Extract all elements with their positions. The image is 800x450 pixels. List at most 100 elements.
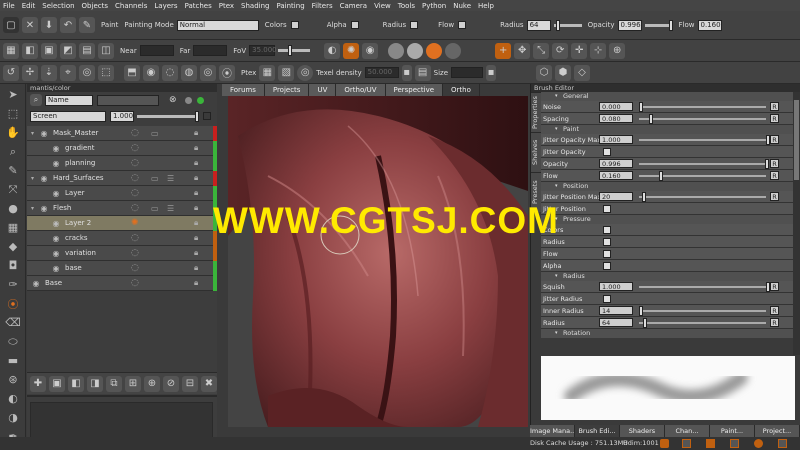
- layer-opacity-field[interactable]: 1.000: [110, 110, 134, 122]
- add-light-icon[interactable]: +: [495, 42, 512, 59]
- eye-icon[interactable]: ◉: [51, 249, 61, 258]
- eye-icon[interactable]: ◉: [51, 159, 61, 168]
- lock-icon[interactable]: 🔒︎: [194, 263, 198, 273]
- layer-row[interactable]: ◉ planning ◌ 🔒︎: [27, 156, 217, 171]
- folder-mask-icon[interactable]: ◌: [131, 128, 139, 138]
- dock-tab-project[interactable]: Project...: [755, 425, 800, 437]
- eye-icon[interactable]: ◉: [39, 174, 49, 183]
- menu-item-help[interactable]: Help: [478, 2, 494, 10]
- collapse-icon[interactable]: ▾: [555, 125, 558, 134]
- layer-row[interactable]: ◉ Layer 2 ✺ 🔒︎: [27, 216, 217, 231]
- lock-icon[interactable]: 🔒︎: [194, 278, 198, 288]
- property-slider[interactable]: [639, 317, 766, 328]
- menu-item-edit[interactable]: Edit: [22, 2, 36, 10]
- info-icon[interactable]: [778, 439, 787, 448]
- fill-icon[interactable]: ◆: [4, 238, 22, 255]
- dolly-icon[interactable]: ⇣: [41, 64, 57, 81]
- eye-icon[interactable]: ◉: [39, 129, 49, 138]
- menu-item-objects[interactable]: Objects: [82, 2, 108, 10]
- rotate-view-icon[interactable]: ↺: [3, 64, 19, 81]
- snap-icon[interactable]: ⊹: [590, 42, 607, 59]
- lock-icon[interactable]: 🔒︎: [194, 203, 198, 213]
- size-apply-icon[interactable]: ▪: [486, 64, 497, 81]
- alpha-checkbox[interactable]: [350, 21, 359, 29]
- visibility-icon[interactable]: ◉: [143, 64, 159, 81]
- property-slider[interactable]: [639, 191, 766, 202]
- layer-row[interactable]: ◉ gradient ◌ 🔒︎: [27, 141, 217, 156]
- add-group-icon[interactable]: ▣: [49, 375, 65, 392]
- opacity-slider[interactable]: [644, 19, 673, 31]
- reset-button[interactable]: R: [770, 306, 779, 315]
- magnify-icon[interactable]: ⌕: [4, 143, 22, 160]
- colors-checkbox[interactable]: [290, 21, 299, 29]
- name-filter-select[interactable]: Name: [45, 94, 93, 106]
- reset-button[interactable]: R: [770, 114, 779, 123]
- far-field[interactable]: [193, 45, 228, 56]
- menu-item-ptex[interactable]: Ptex: [219, 2, 234, 10]
- dock-tab-chan[interactable]: Chan...: [665, 425, 710, 437]
- brush-scrollbar[interactable]: [793, 92, 800, 355]
- radius-slider[interactable]: [553, 19, 582, 31]
- 3d-viewport[interactable]: [228, 96, 528, 427]
- layer-row[interactable]: ◉ Base ◌ 🔒︎: [27, 276, 217, 291]
- pan-icon[interactable]: ✢: [22, 64, 38, 81]
- expand-icon[interactable]: ▾: [31, 205, 39, 212]
- menu-item-camera[interactable]: Camera: [340, 2, 367, 10]
- dock-tab-shaders[interactable]: Shaders: [620, 425, 665, 437]
- paint-through-icon[interactable]: ✺: [343, 42, 360, 59]
- texel-apply-icon[interactable]: ▪: [401, 64, 412, 81]
- property-checkbox[interactable]: [603, 249, 611, 258]
- layer-mask-icon[interactable]: ◌: [131, 248, 139, 258]
- brush-section-header[interactable]: ▾ Position: [541, 182, 793, 191]
- grid-tool-icon[interactable]: ▦: [4, 219, 22, 236]
- property-value-field[interactable]: 14: [599, 306, 633, 315]
- screenshot-icon[interactable]: ▣: [41, 42, 57, 59]
- side-tab-shelves[interactable]: Shelves: [531, 132, 541, 172]
- reset-button[interactable]: R: [770, 192, 779, 201]
- layer-mask-icon[interactable]: ◌: [131, 263, 139, 273]
- hide-icon[interactable]: ◌: [162, 64, 178, 81]
- smudge-icon[interactable]: ⬭: [4, 333, 22, 350]
- add-adjustment-icon[interactable]: ◧: [68, 375, 84, 392]
- frame-selection-icon[interactable]: ⬚: [98, 64, 114, 81]
- transform-tool-icon[interactable]: ⤧: [4, 181, 22, 198]
- blend-mode-select[interactable]: Screen: [30, 110, 106, 122]
- color-picker-icon[interactable]: ◐: [4, 390, 22, 407]
- menu-item-tools[interactable]: Tools: [398, 2, 415, 10]
- sphere-dark-icon[interactable]: [445, 42, 462, 59]
- tab-ortho-uv[interactable]: Ortho/UV: [336, 84, 386, 96]
- pipette-icon[interactable]: ✎: [79, 17, 95, 33]
- clone-icon[interactable]: ⊛: [4, 371, 22, 388]
- dock-tab-paint[interactable]: Paint...: [710, 425, 755, 437]
- property-checkbox[interactable]: [603, 261, 611, 270]
- layer-row[interactable]: ▾ ◉ Hard_Surfaces ◌ ▭ ☰ 🔒︎: [27, 171, 217, 186]
- projection-icon[interactable]: ◫: [98, 42, 114, 59]
- isolate-icon[interactable]: ◍: [181, 64, 197, 81]
- flow-field[interactable]: 0.160: [697, 19, 722, 31]
- property-slider[interactable]: [639, 134, 770, 145]
- layer-row[interactable]: ◉ variation ◌ 🔒︎: [27, 246, 217, 261]
- reset-button[interactable]: R: [770, 102, 779, 111]
- layer-mask-icon[interactable]: ◌: [131, 143, 139, 153]
- tab-uv[interactable]: UV: [309, 84, 337, 96]
- close-file-icon[interactable]: ✕: [22, 17, 38, 33]
- collapse-icon[interactable]: ▾: [555, 182, 558, 191]
- sphere-orange-icon[interactable]: [426, 42, 443, 59]
- duplicate-layer-icon[interactable]: ⧉: [106, 375, 122, 392]
- marquee-icon[interactable]: ⬚: [4, 105, 22, 122]
- menu-item-shading[interactable]: Shading: [241, 2, 269, 10]
- clear-filter-icon[interactable]: ⊗: [169, 95, 177, 105]
- lock-icon[interactable]: 🔒︎: [194, 173, 198, 183]
- menu-item-selection[interactable]: Selection: [42, 2, 74, 10]
- near-field[interactable]: [139, 45, 174, 56]
- property-checkbox[interactable]: [603, 237, 611, 246]
- new-file-icon[interactable]: ▢: [3, 17, 19, 33]
- layer-mask-icon[interactable]: ◌: [131, 278, 139, 288]
- tab-ortho[interactable]: Ortho: [443, 84, 480, 96]
- property-value-field[interactable]: 64: [599, 318, 633, 327]
- pivot-icon[interactable]: ⊕: [609, 42, 626, 59]
- lock-checkbox[interactable]: [203, 112, 211, 120]
- collapse-icon[interactable]: ▾: [555, 329, 558, 338]
- layer-mask-icon[interactable]: ◌: [131, 188, 139, 198]
- lock-icon[interactable]: 🔒︎: [194, 248, 198, 258]
